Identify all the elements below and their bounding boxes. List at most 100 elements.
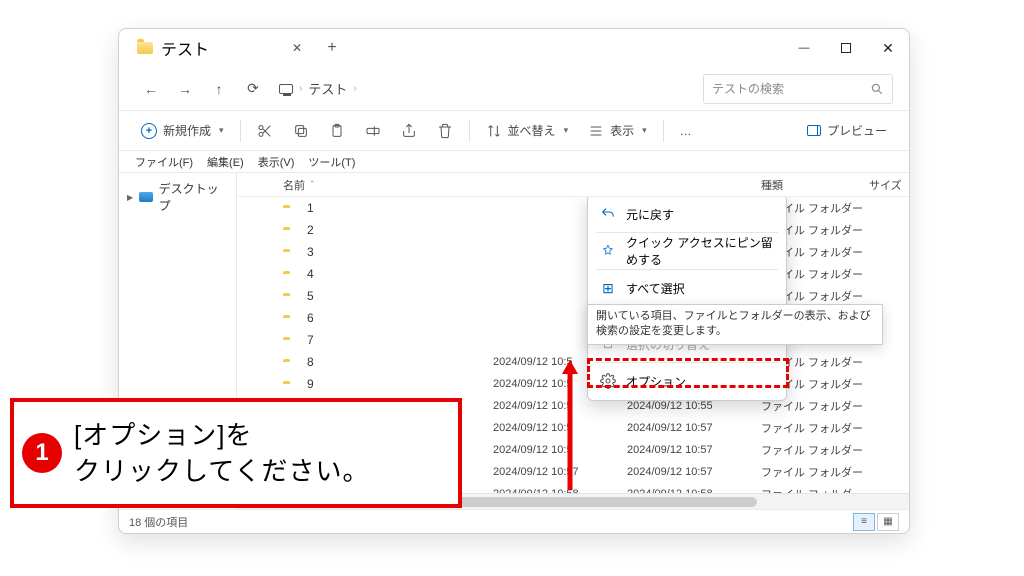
- more-button[interactable]: …: [672, 120, 700, 142]
- annotation-callout: 1 [オプション]を クリックしてください。: [10, 398, 462, 508]
- table-row[interactable]: 42 10:55ファイル フォルダー: [237, 263, 909, 285]
- copy-button[interactable]: [285, 119, 317, 143]
- file-name: 5: [307, 289, 314, 303]
- table-row[interactable]: 12 10:54ファイル フォルダー: [237, 197, 909, 219]
- separator: [596, 232, 778, 233]
- chevron-right-icon: ›: [299, 83, 302, 94]
- separator: [663, 120, 664, 142]
- gear-icon: [600, 373, 616, 389]
- file-name: 2: [307, 223, 314, 237]
- file-name: 1: [307, 201, 314, 215]
- file-date2: 2024/09/12 10:57: [627, 422, 761, 434]
- new-tab-button[interactable]: +: [317, 39, 347, 57]
- preview-button[interactable]: プレビュー: [799, 118, 895, 143]
- folder-icon: [137, 42, 153, 54]
- file-name: 8: [307, 355, 314, 369]
- sort-asc-icon: ˆ: [311, 180, 314, 189]
- ctx-pin[interactable]: クイック アクセスにピン留めする: [588, 237, 786, 265]
- col-name-label: 名前: [283, 177, 305, 193]
- file-date2: 2024/09/12 10:57: [627, 466, 761, 478]
- rename-button[interactable]: [357, 119, 389, 143]
- titlebar: テスト ✕ + — ✕: [119, 29, 909, 67]
- sort-button[interactable]: 並べ替え ▾: [478, 118, 577, 143]
- cut-button[interactable]: [249, 119, 281, 143]
- sort-icon: [486, 123, 502, 139]
- file-type: ファイル フォルダー: [761, 486, 869, 493]
- delete-button[interactable]: [429, 119, 461, 143]
- view-mode-icons: ≡ ▦: [853, 513, 899, 531]
- up-button[interactable]: ↑: [203, 73, 235, 105]
- ctx-undo-label: 元に戻す: [626, 206, 674, 223]
- tab-close-button[interactable]: ✕: [287, 38, 307, 58]
- clipboard-icon: [329, 123, 345, 139]
- menu-view[interactable]: 表示(V): [252, 152, 301, 172]
- toolbar: + 新規作成 ▾ 並べ替え ▾ 表示: [119, 111, 909, 151]
- ctx-options[interactable]: オプション: [588, 367, 786, 395]
- paste-button[interactable]: [321, 119, 353, 143]
- file-name: 9: [307, 377, 314, 391]
- menu-tool[interactable]: ツール(T): [302, 152, 361, 172]
- file-name: 3: [307, 245, 314, 259]
- maximize-button[interactable]: [825, 33, 867, 63]
- table-row[interactable]: 22 10:55ファイル フォルダー: [237, 219, 909, 241]
- menu-edit[interactable]: 編集(E): [201, 152, 250, 172]
- details-view-button[interactable]: ≡: [853, 513, 875, 531]
- annotation-text: [オプション]を クリックしてください。: [74, 417, 369, 490]
- separator: [596, 362, 778, 363]
- forward-button[interactable]: →: [169, 73, 201, 105]
- table-row[interactable]: 32 10:55ファイル フォルダー: [237, 241, 909, 263]
- search-input[interactable]: テストの検索: [703, 74, 893, 104]
- tree-desktop[interactable]: ▶ デスクトップ: [119, 177, 236, 217]
- plus-circle-icon: +: [141, 123, 157, 139]
- separator: [240, 120, 241, 142]
- breadcrumb-current[interactable]: テスト: [308, 79, 347, 98]
- new-button[interactable]: + 新規作成 ▾: [133, 118, 232, 143]
- desktop-icon: [139, 192, 152, 202]
- search-icon: [870, 82, 884, 96]
- undo-icon: [600, 206, 616, 222]
- file-type: ファイル フォルダー: [761, 464, 869, 480]
- context-menu: 元に戻す クイック アクセスにピン留めする ⊞ すべて選択 ▭ 選択解除: [587, 197, 787, 401]
- window-controls: — ✕: [783, 33, 909, 63]
- file-name: 6: [307, 311, 314, 325]
- file-type: ファイル フォルダー: [761, 442, 869, 458]
- file-name: 4: [307, 267, 314, 281]
- thumbnails-view-button[interactable]: ▦: [877, 513, 899, 531]
- chevron-right-icon[interactable]: ▶: [127, 193, 133, 202]
- col-type[interactable]: 種類: [761, 177, 869, 193]
- list-icon: [588, 123, 604, 139]
- close-button[interactable]: ✕: [867, 33, 909, 63]
- view-label: 表示: [610, 122, 634, 139]
- search-placeholder: テストの検索: [712, 80, 784, 97]
- ctx-undo[interactable]: 元に戻す: [588, 200, 786, 228]
- nav-row: ← → ↑ ⟳ › テスト › テストの検索: [119, 67, 909, 111]
- back-button[interactable]: ←: [135, 73, 167, 105]
- copy-icon: [293, 123, 309, 139]
- minimize-button[interactable]: —: [783, 33, 825, 63]
- share-button[interactable]: [393, 119, 425, 143]
- separator: [469, 120, 470, 142]
- col-name[interactable]: 名前 ˆ: [283, 177, 493, 193]
- status-bar: 18 個の項目 ≡ ▦: [119, 509, 909, 533]
- pin-icon: [600, 243, 616, 259]
- chevron-down-icon: ▾: [219, 125, 224, 136]
- file-type: ファイル フォルダー: [761, 420, 869, 436]
- tab-title: テスト: [161, 36, 209, 60]
- ctx-select-all[interactable]: ⊞ すべて選択: [588, 274, 786, 302]
- chevron-down-icon: ▾: [642, 125, 647, 136]
- ctx-select-all-label: すべて選択: [626, 280, 685, 297]
- separator: [596, 269, 778, 270]
- new-label: 新規作成: [163, 122, 211, 139]
- view-button[interactable]: 表示 ▾: [580, 118, 655, 143]
- address-bar[interactable]: › テスト ›: [271, 79, 701, 98]
- tooltip-text: 開いている項目、ファイルとフォルダーの表示、および検索の設定を変更します。: [596, 310, 871, 337]
- ctx-pin-label: クイック アクセスにピン留めする: [626, 234, 774, 268]
- col-size[interactable]: サイズ: [869, 177, 909, 193]
- trash-icon: [437, 123, 453, 139]
- rename-icon: [365, 123, 381, 139]
- tab-active[interactable]: テスト ✕: [127, 32, 317, 64]
- annotation-step-number: 1: [22, 433, 62, 473]
- menu-file[interactable]: ファイル(F): [129, 152, 199, 172]
- refresh-button[interactable]: ⟳: [237, 73, 269, 105]
- chevron-down-icon: ▾: [564, 125, 569, 136]
